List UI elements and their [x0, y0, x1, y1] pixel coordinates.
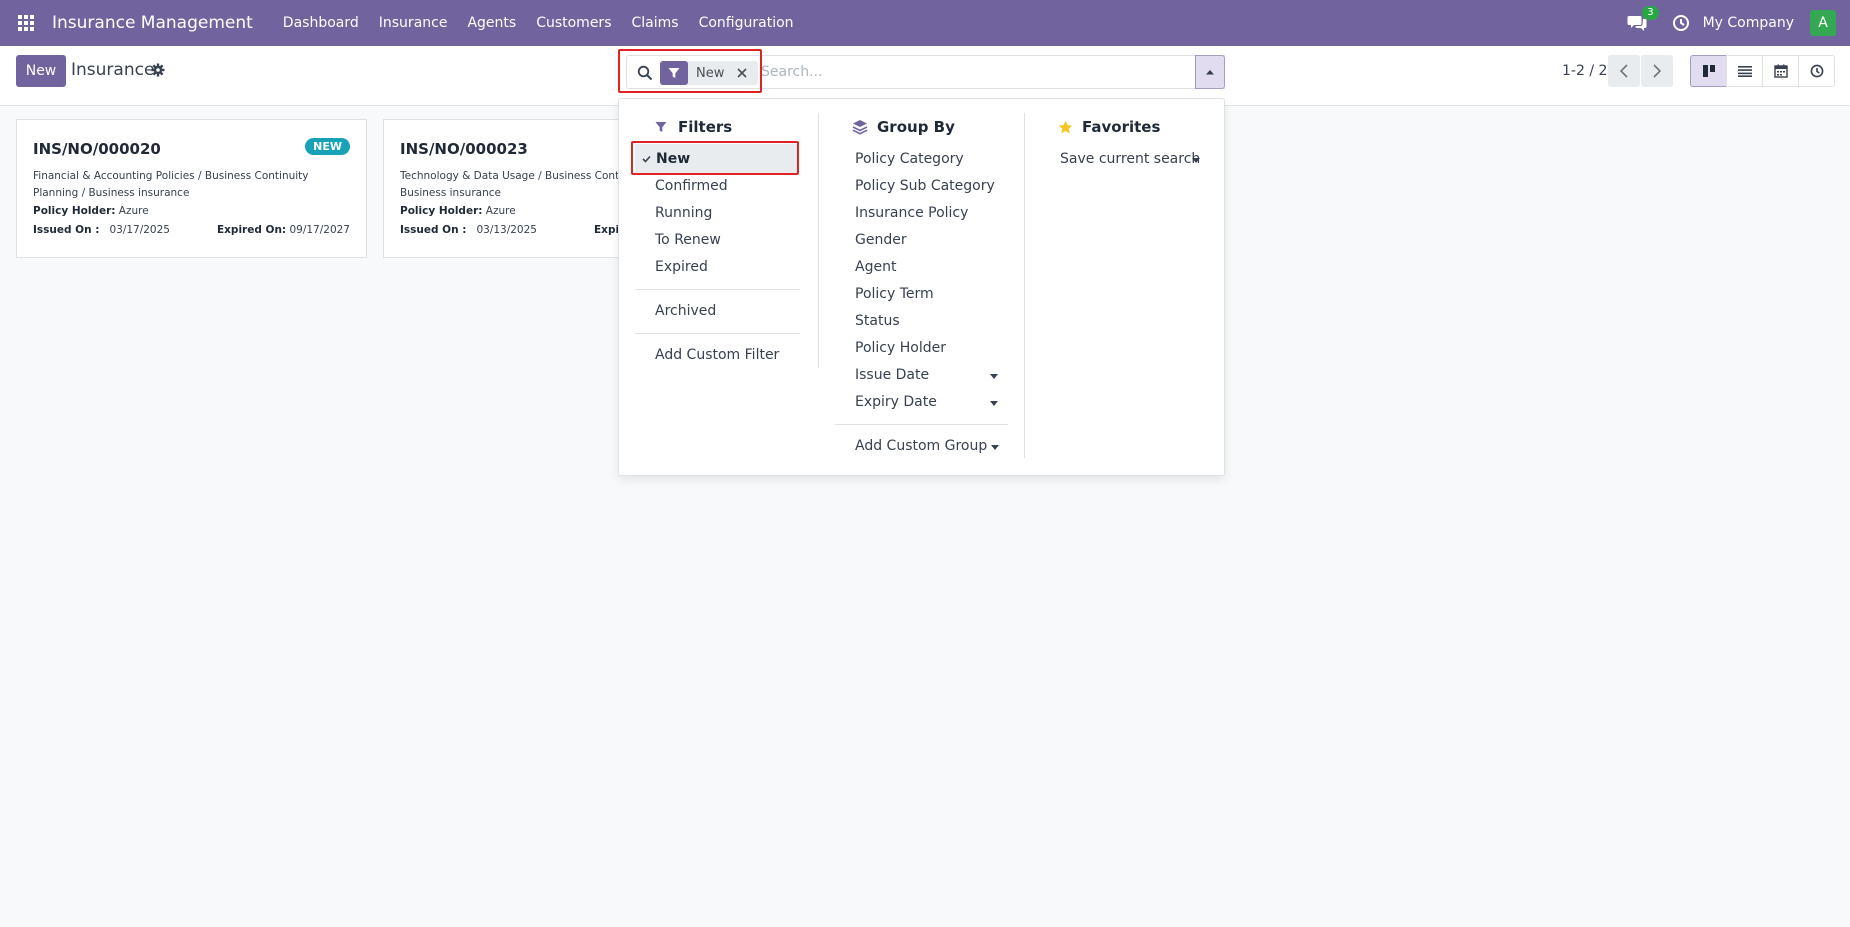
- search-icon: [637, 65, 653, 81]
- group-by-option[interactable]: Policy Term: [855, 281, 934, 308]
- filter-option[interactable]: Running: [655, 200, 712, 227]
- add-custom-filter-option[interactable]: Add Custom Filter: [655, 342, 779, 369]
- group-by-issue-date-option[interactable]: Issue Date: [855, 362, 929, 389]
- group-by-option[interactable]: Gender: [855, 227, 907, 254]
- card-reference: INS/NO/000020: [33, 140, 161, 158]
- list-icon: [1737, 66, 1752, 77]
- divider: [835, 424, 1008, 425]
- search-input[interactable]: [761, 56, 1141, 88]
- card-policy-holder: Policy Holder: Azure: [400, 205, 516, 217]
- menu-configuration[interactable]: Configuration: [689, 0, 804, 46]
- chat-count-badge: 3: [1642, 6, 1659, 20]
- star-icon: [1056, 118, 1074, 136]
- group-by-option[interactable]: Insurance Policy: [855, 200, 968, 227]
- search-bar: New: [626, 55, 1225, 89]
- status-badge: NEW: [305, 138, 350, 155]
- facet-label: New: [696, 65, 725, 81]
- activity-view-button[interactable]: [1798, 55, 1835, 87]
- menu-agents[interactable]: Agents: [457, 0, 526, 46]
- filter-icon: [660, 61, 688, 85]
- user-avatar[interactable]: A: [1810, 10, 1836, 36]
- company-switcher[interactable]: My Company: [1703, 15, 1794, 31]
- menu-dashboard[interactable]: Dashboard: [273, 0, 369, 46]
- apps-menu-icon[interactable]: [0, 0, 52, 46]
- caret-down-icon[interactable]: [1192, 158, 1200, 163]
- list-view-button[interactable]: [1726, 55, 1763, 87]
- layers-icon: [851, 118, 869, 136]
- kanban-view-button[interactable]: [1690, 55, 1727, 87]
- column-divider: [818, 113, 819, 368]
- pager-previous-button[interactable]: [1608, 55, 1640, 87]
- card-issued-on: Issued On : 03/17/2025: [33, 224, 170, 236]
- group-by-option[interactable]: Policy Holder: [855, 335, 946, 362]
- save-current-search-option[interactable]: Save current search: [1060, 146, 1200, 173]
- filters-heading: Filters: [652, 118, 732, 136]
- group-by-option[interactable]: Policy Category: [855, 146, 964, 173]
- pager-next-button[interactable]: [1641, 55, 1673, 87]
- kanban-icon: [1702, 65, 1715, 77]
- app-title[interactable]: Insurance Management: [52, 0, 263, 46]
- group-by-option[interactable]: Status: [855, 308, 900, 335]
- kanban-card[interactable]: INS/NO/000020 NEW Financial & Accounting…: [16, 119, 367, 258]
- chat-icon[interactable]: 3: [1625, 6, 1659, 35]
- control-panel: New Insurance New 1-2 / 2: [0, 46, 1850, 106]
- pager-value[interactable]: 1-2 / 2: [1562, 63, 1607, 79]
- caret-down-icon[interactable]: [991, 445, 999, 450]
- group-by-expiry-date-option[interactable]: Expiry Date: [855, 389, 937, 416]
- toggle-search-panel-button[interactable]: [1195, 55, 1225, 89]
- activity-clock-icon: [1810, 64, 1823, 78]
- menu-claims[interactable]: Claims: [622, 0, 689, 46]
- menu-insurance[interactable]: Insurance: [369, 0, 458, 46]
- caret-down-icon[interactable]: [990, 401, 998, 406]
- calendar-icon: [1773, 64, 1788, 78]
- top-navbar: Insurance Management Dashboard Insurance…: [0, 0, 1850, 46]
- card-issued-on: Issued On : 03/13/2025: [400, 224, 537, 236]
- filter-option[interactable]: Expired: [655, 254, 708, 281]
- card-expired-on: Expi: [594, 224, 620, 236]
- page-title: Insurance: [71, 60, 155, 80]
- add-custom-group-option[interactable]: Add Custom Group: [855, 433, 987, 460]
- filter-archived-option[interactable]: Archived: [655, 298, 716, 325]
- group-by-option[interactable]: Policy Sub Category: [855, 173, 995, 200]
- search-panel-dropdown: Filters New Confirmed Running To Renew E…: [618, 98, 1225, 476]
- group-by-option[interactable]: Agent: [855, 254, 896, 281]
- card-policy-holder: Policy Holder: Azure: [33, 205, 149, 217]
- divider: [635, 333, 800, 334]
- activity-clock-icon[interactable]: [1671, 13, 1691, 33]
- favorites-heading: Favorites: [1056, 118, 1160, 136]
- filter-option[interactable]: Confirmed: [655, 173, 728, 200]
- card-expired-on: Expired On: 09/17/2027: [216, 224, 350, 236]
- filter-icon: [652, 118, 670, 136]
- check-icon: [635, 155, 657, 163]
- new-record-button[interactable]: New: [16, 55, 66, 87]
- caret-down-icon[interactable]: [990, 374, 998, 379]
- filter-new-option[interactable]: New: [635, 144, 799, 174]
- filter-option[interactable]: To Renew: [655, 227, 721, 254]
- search-facet-filter: New: [660, 61, 759, 85]
- menu-customers[interactable]: Customers: [526, 0, 621, 46]
- calendar-view-button[interactable]: [1762, 55, 1799, 87]
- remove-facet-close-icon[interactable]: [734, 65, 750, 81]
- divider: [635, 289, 800, 290]
- card-reference: INS/NO/000023: [400, 140, 528, 158]
- group-by-heading: Group By: [851, 118, 955, 136]
- column-divider: [1024, 113, 1025, 458]
- gear-icon[interactable]: [151, 63, 165, 77]
- card-description: Financial & Accounting Policies / Busine…: [33, 170, 309, 199]
